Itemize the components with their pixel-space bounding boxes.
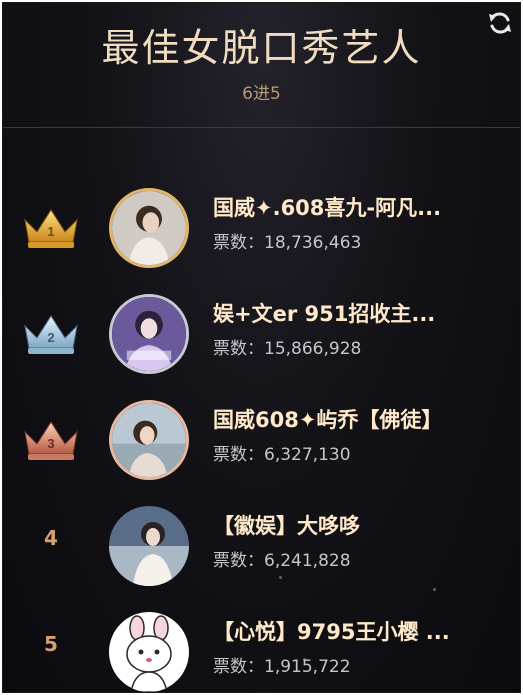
gold-crown-icon: 1 [19, 204, 83, 252]
ranking-row-4[interactable]: 4 【徽娱】大哆哆 票数：6,241,828 [3, 496, 520, 604]
votes-value: 6,327,130 [264, 445, 351, 465]
votes-value: 6,241,828 [264, 551, 351, 571]
rank-number: 2 [47, 330, 54, 345]
ranking-header: 最佳女脱口秀艺人 6进5 [3, 3, 520, 128]
votes-value: 1,915,722 [264, 657, 351, 677]
streamer-name[interactable]: 娱+文er 951招收主... [213, 298, 513, 328]
vote-count: 票数：15,866,928 [213, 334, 361, 359]
ranking-row-5[interactable]: 5 【心悦】9795王小樱 ... 票数：1,915,722 [3, 602, 520, 692]
avatar[interactable] [109, 188, 189, 268]
votes-label: 票数： [213, 445, 264, 465]
vote-count: 票数：6,327,130 [213, 440, 351, 465]
rank-number: 5 [44, 632, 58, 656]
page-title: 最佳女脱口秀艺人 [101, 26, 422, 70]
streamer-name[interactable]: 国威608✦屿乔【佛徒】 [213, 404, 513, 434]
votes-label: 票数： [213, 233, 264, 253]
vote-count: 票数：18,736,463 [213, 228, 361, 253]
silver-crown-icon: 2 [19, 310, 83, 358]
rank-number: 1 [47, 224, 54, 239]
round-subtitle: 6进5 [242, 84, 281, 104]
streamer-name[interactable]: 【徽娱】大哆哆 [213, 510, 513, 540]
refresh-icon[interactable] [486, 9, 514, 37]
bronze-crown-icon: 3 [19, 416, 83, 464]
votes-label: 票数： [213, 657, 264, 677]
ranking-row-3[interactable]: 3 国威608✦屿乔【佛徒】 票数：6,327,130 [3, 390, 520, 498]
vote-count: 票数：6,241,828 [213, 546, 351, 571]
avatar[interactable] [109, 612, 189, 692]
ranking-row-2[interactable]: 2 娱+文er 951招收主... 票数：15,866,928 [3, 284, 520, 392]
votes-value: 15,866,928 [264, 339, 362, 359]
avatar[interactable] [109, 294, 189, 374]
ranking-panel: 最佳女脱口秀艺人 6进5 1 国威✦.608喜九-阿凡... 票数：18,736… [2, 2, 521, 693]
rank-number: 3 [47, 436, 54, 451]
streamer-name[interactable]: 国威✦.608喜九-阿凡... [213, 192, 513, 222]
vote-count: 票数：1,915,722 [213, 652, 351, 677]
avatar[interactable] [109, 400, 189, 480]
votes-label: 票数： [213, 339, 264, 359]
avatar[interactable] [109, 506, 189, 586]
votes-label: 票数： [213, 551, 264, 571]
rank-number: 4 [44, 526, 58, 550]
ranking-row-1[interactable]: 1 国威✦.608喜九-阿凡... 票数：18,736,463 [3, 178, 520, 286]
votes-value: 18,736,463 [264, 233, 362, 253]
streamer-name[interactable]: 【心悦】9795王小樱 ... [213, 616, 513, 646]
